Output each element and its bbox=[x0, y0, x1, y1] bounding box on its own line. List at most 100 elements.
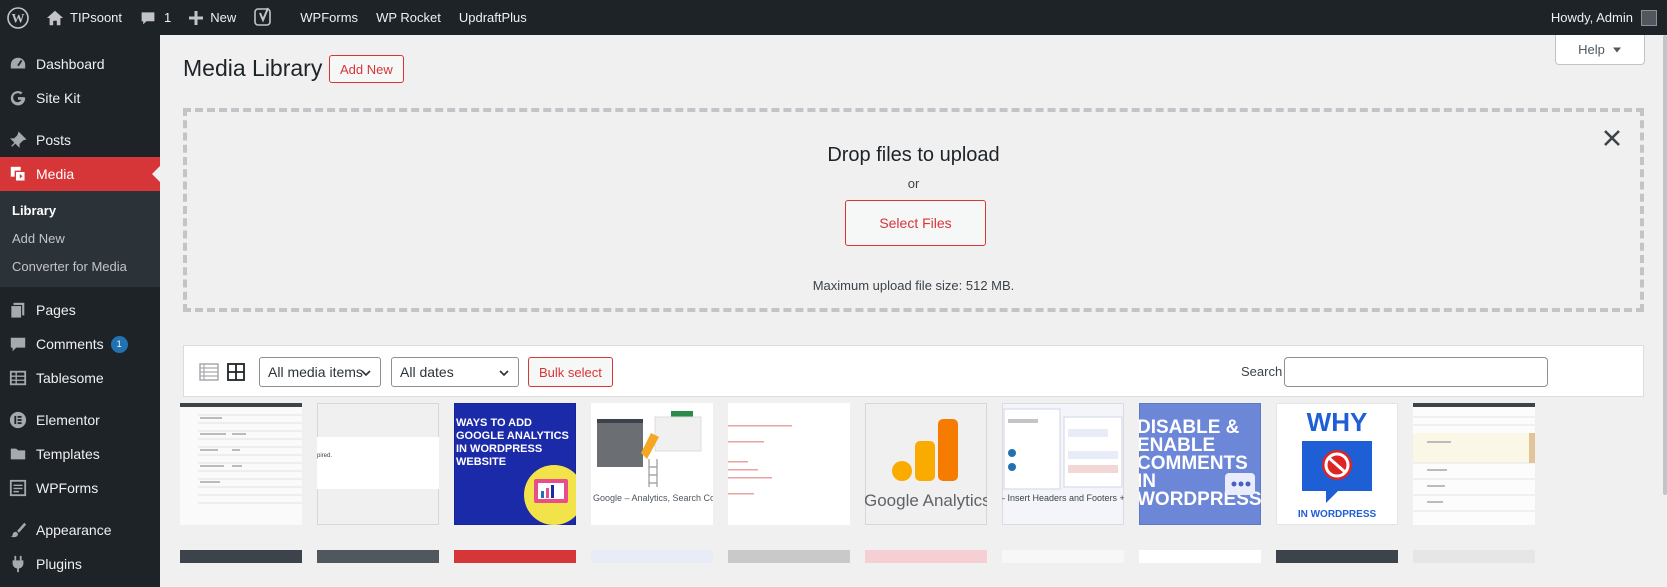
media-thumbnail[interactable] bbox=[865, 550, 987, 563]
select-files-button[interactable]: Select Files bbox=[845, 200, 986, 246]
form-screenshot-image bbox=[1413, 403, 1535, 525]
page-scrollbar-thumb[interactable] bbox=[1663, 35, 1667, 495]
comments-link[interactable]: 1 bbox=[131, 0, 180, 35]
media-thumbnail[interactable] bbox=[1413, 550, 1535, 563]
media-submenu: Library Add New Converter for Media bbox=[0, 191, 160, 287]
media-thumbnail[interactable]: WAYS TO ADD GOOGLE ANALYTICS IN WORDPRES… bbox=[454, 403, 576, 525]
media-thumbnail[interactable] bbox=[1139, 550, 1261, 563]
account-menu[interactable]: Howdy, Admin bbox=[1542, 0, 1667, 35]
media-thumbnail[interactable] bbox=[728, 550, 850, 563]
howdy-text: Howdy, Admin bbox=[1550, 10, 1633, 25]
comment-icon bbox=[8, 334, 28, 354]
sidebar-item-templates[interactable]: Templates bbox=[0, 437, 160, 471]
date-filter-value: All dates bbox=[400, 364, 454, 380]
media-thumbnail[interactable] bbox=[1276, 550, 1398, 563]
media-thumbnail[interactable] bbox=[180, 550, 302, 563]
sidebar-item-wpforms[interactable]: WPForms bbox=[0, 471, 160, 505]
media-thumbnail[interactable] bbox=[1413, 403, 1535, 525]
sidebar-label: Templates bbox=[36, 446, 100, 462]
pin-icon bbox=[8, 130, 28, 150]
media-thumbnail[interactable]: Google – Analytics, Search Console, Spee… bbox=[591, 403, 713, 525]
thumb-caption: – Insert Headers and Footers + Custom Sn… bbox=[1002, 493, 1124, 503]
sidebar-label: Elementor bbox=[36, 412, 100, 428]
media-thumbnail[interactable]: Google Analytics bbox=[865, 403, 987, 525]
text-screenshot-image bbox=[728, 403, 850, 525]
svg-text:W: W bbox=[12, 10, 25, 25]
sidebar-item-media[interactable]: Media bbox=[0, 157, 160, 191]
admin-bar: W TIPsoont 1 New WPForms WP Rocket Updra… bbox=[0, 0, 1667, 35]
sidebar-item-site-kit[interactable]: Site Kit bbox=[0, 81, 160, 115]
avatar bbox=[1641, 9, 1657, 26]
brush-icon bbox=[8, 520, 28, 540]
sidebar-item-appearance[interactable]: Appearance bbox=[0, 513, 160, 547]
help-label: Help bbox=[1578, 42, 1605, 57]
chat-bubble-icon bbox=[1225, 473, 1255, 495]
media-thumbnail[interactable]: pired. bbox=[317, 403, 439, 525]
thumb-text: pired. bbox=[317, 453, 333, 459]
bulk-select-button[interactable]: Bulk select bbox=[528, 357, 613, 387]
sidebar-item-posts[interactable]: Posts bbox=[0, 123, 160, 157]
new-label: New bbox=[210, 10, 237, 25]
laptop-illustration-icon bbox=[524, 465, 576, 525]
sidebar-label: Pages bbox=[36, 302, 76, 318]
table-screenshot-image bbox=[180, 403, 302, 525]
yoast-link[interactable] bbox=[245, 0, 283, 35]
sidebar-label: WPForms bbox=[36, 480, 99, 496]
comments-badge: 1 bbox=[110, 335, 128, 353]
media-thumbnail[interactable]: – Insert Headers and Footers + Custom Sn… bbox=[1002, 403, 1124, 525]
sidebar-item-dashboard[interactable]: Dashboard bbox=[0, 47, 160, 81]
submenu-converter-for-media[interactable]: Converter for Media bbox=[0, 253, 160, 281]
page-title: Media Library bbox=[183, 55, 323, 81]
upload-dropzone[interactable]: Drop files to upload or Select Files Max… bbox=[183, 108, 1644, 312]
sidebar-item-tablesome[interactable]: Tablesome bbox=[0, 361, 160, 395]
submenu-library[interactable]: Library bbox=[0, 197, 160, 225]
list-view-icon[interactable] bbox=[199, 362, 219, 382]
max-upload-size: Maximum upload file size: 512 MB. bbox=[812, 278, 1015, 293]
add-new-button[interactable]: Add New bbox=[329, 55, 404, 83]
sidebar-item-elementor[interactable]: Elementor bbox=[0, 403, 160, 437]
pages-icon bbox=[8, 300, 28, 320]
media-search-input[interactable] bbox=[1284, 357, 1548, 387]
google-g-icon bbox=[8, 88, 28, 108]
wpforms-link[interactable]: WPForms bbox=[291, 0, 367, 35]
search-label: Search bbox=[1241, 364, 1283, 379]
sidebar-item-pages[interactable]: Pages bbox=[0, 293, 160, 327]
sidebar-label: Media bbox=[36, 166, 75, 182]
thumb-logo-text: Google Analytics bbox=[865, 491, 987, 510]
media-type-filter[interactable]: All media items bbox=[259, 357, 381, 387]
drop-files-title: Drop files to upload bbox=[827, 144, 1000, 166]
chevron-down-icon bbox=[361, 370, 371, 377]
dashboard-icon bbox=[8, 54, 28, 74]
table-icon bbox=[8, 368, 28, 388]
media-grid: pired. WAYS TO ADD GOOGLE ANALYTICS IN W… bbox=[180, 403, 1640, 563]
sidebar-item-plugins[interactable]: Plugins bbox=[0, 547, 160, 581]
submenu-add-new[interactable]: Add New bbox=[0, 225, 160, 253]
sidebar-label: Appearance bbox=[36, 522, 112, 538]
analytics-illustration-icon bbox=[591, 403, 713, 525]
date-filter[interactable]: All dates bbox=[391, 357, 519, 387]
help-tab-button[interactable]: Help bbox=[1555, 35, 1645, 65]
media-thumbnail[interactable] bbox=[180, 403, 302, 525]
wordpress-logo-icon[interactable]: W bbox=[0, 0, 37, 35]
sidebar-item-comments[interactable]: Comments 1 bbox=[0, 327, 160, 361]
media-thumbnail[interactable] bbox=[317, 550, 439, 563]
new-content-link[interactable]: New bbox=[180, 0, 245, 35]
media-thumbnail[interactable] bbox=[454, 550, 576, 563]
wp-rocket-link[interactable]: WP Rocket bbox=[367, 0, 450, 35]
elementor-icon bbox=[8, 410, 28, 430]
caret-down-icon bbox=[1612, 47, 1621, 52]
media-thumbnail[interactable]: DISABLE & ENABLE COMMENTS IN WORDPRESS bbox=[1139, 403, 1261, 525]
site-name: TIPsoont bbox=[70, 10, 123, 25]
grid-view-icon[interactable] bbox=[226, 362, 246, 382]
main-content: Help Media Library Add New Drop files to… bbox=[160, 35, 1667, 587]
media-thumbnail[interactable] bbox=[591, 550, 713, 563]
updraftplus-link[interactable]: UpdraftPlus bbox=[450, 0, 536, 35]
plugin-screenshot-image bbox=[1003, 408, 1123, 490]
site-name-link[interactable]: TIPsoont bbox=[37, 0, 131, 35]
home-icon bbox=[46, 10, 64, 25]
plug-icon bbox=[8, 554, 28, 574]
media-thumbnail[interactable] bbox=[1002, 550, 1124, 563]
folder-icon bbox=[8, 444, 28, 464]
media-thumbnail[interactable] bbox=[728, 403, 850, 525]
media-thumbnail[interactable]: WHY IN WORDPRESS bbox=[1276, 403, 1398, 525]
